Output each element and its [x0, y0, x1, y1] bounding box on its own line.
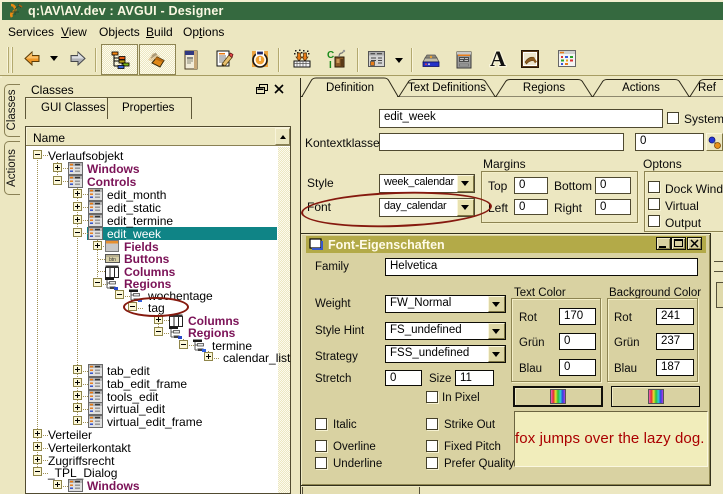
- svg-text:Definition: Definition: [326, 82, 374, 94]
- svg-text:Ref: Ref: [698, 82, 717, 94]
- svg-text:I: I: [329, 60, 332, 69]
- svg-text:A: A: [490, 49, 506, 69]
- svg-text:Text Definitions: Text Definitions: [408, 82, 486, 94]
- svg-text:btn: btn: [109, 257, 116, 263]
- svg-text:Regions: Regions: [523, 82, 565, 94]
- svg-text:Actions: Actions: [622, 82, 660, 94]
